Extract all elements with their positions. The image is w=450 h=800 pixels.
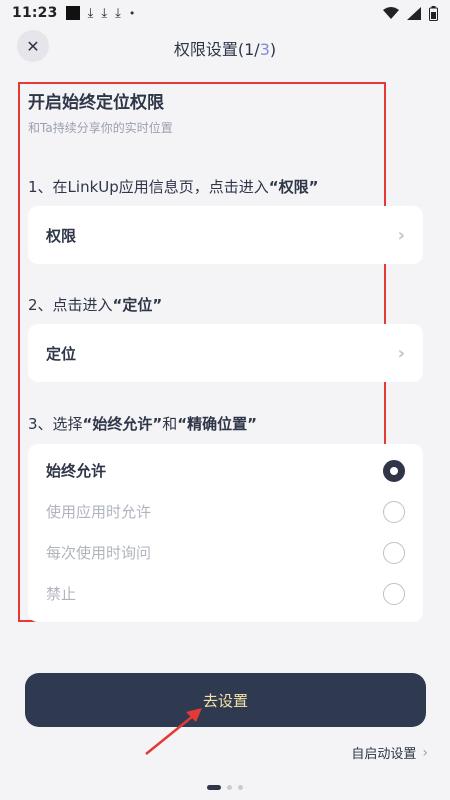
location-options: 始终允许 使用应用时允许 每次使用时询问 禁止 (28, 444, 423, 622)
step-3-text: 3、选择“始终允许”和“精确位置” (28, 415, 257, 433)
download-icon: ⤓ (87, 5, 94, 21)
square-icon (65, 6, 80, 20)
permission-row[interactable]: 权限 › (28, 206, 423, 264)
dot-icon: • (128, 6, 136, 20)
radio-unselected[interactable] (383, 541, 405, 564)
option-always-allow[interactable]: 始终允许 (28, 450, 423, 491)
pointer-arrow-icon (145, 708, 202, 755)
radio-selected[interactable] (383, 459, 405, 482)
download-icon: ⤓ (115, 5, 121, 21)
signal-icon (407, 6, 421, 20)
section-subtitle: 和Ta持续分享你的实时位置 (28, 121, 173, 135)
page-dot-active (207, 785, 221, 790)
page-dot (238, 785, 243, 790)
status-bar: 11:23 ⤓ ⤓ ⤓ • (0, 0, 450, 26)
radio-unselected[interactable] (383, 500, 405, 523)
radio-unselected[interactable] (383, 582, 405, 605)
location-row[interactable]: 定位 › (28, 324, 423, 382)
location-label: 定位 (46, 344, 77, 363)
chevron-right-icon: › (397, 342, 405, 364)
page-title: 权限设置(1/3) (173, 40, 277, 59)
section-title: 开启始终定位权限 (28, 93, 164, 113)
permission-label: 权限 (46, 226, 77, 245)
status-time: 11:23 (12, 5, 58, 21)
page-indicator (0, 785, 450, 790)
step-2-text: 2、点击进入“定位” (28, 296, 163, 314)
chevron-right-icon: › (422, 744, 428, 761)
chevron-right-icon: › (397, 224, 405, 246)
option-ask-every-time[interactable]: 每次使用时询问 (28, 532, 423, 573)
battery-icon (429, 5, 438, 21)
download-icon: ⤓ (101, 5, 108, 21)
go-settings-button[interactable]: 去设置 (25, 673, 426, 727)
option-while-using[interactable]: 使用应用时允许 (28, 491, 423, 532)
page-dot (227, 785, 232, 790)
wifi-icon (383, 6, 399, 20)
option-deny[interactable]: 禁止 (28, 573, 423, 614)
autostart-settings-link[interactable]: 自启动设置 › (351, 743, 428, 763)
header: ✕ 权限设置(1/3) (0, 28, 450, 68)
step-1-text: 1、在LinkUp应用信息页，点击进入“权限” (28, 178, 319, 196)
